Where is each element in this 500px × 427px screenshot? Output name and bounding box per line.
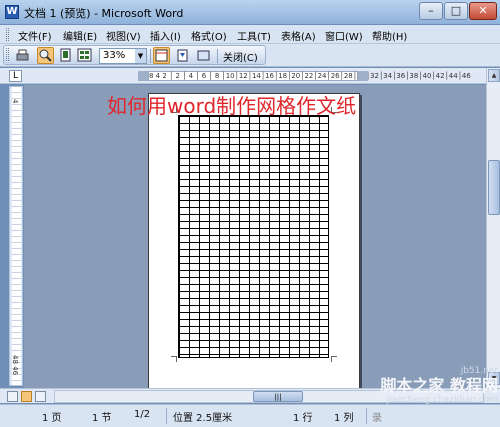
window-title: 文档 1 (预览) - Microsoft Word: [24, 7, 184, 20]
menu-format[interactable]: 格式(O): [191, 28, 227, 43]
close-preview-button[interactable]: 关闭(C): [223, 49, 258, 64]
status-separator: [166, 408, 167, 424]
status-column: 1 列: [334, 413, 354, 424]
chevron-down-icon[interactable]: ▼: [135, 49, 146, 63]
toolbar-separator: [217, 49, 218, 63]
watermark-site: jb51.net: [460, 366, 498, 376]
vruler-label-bottom: 48 46: [11, 355, 19, 376]
horizontal-scroll-thumb[interactable]: |||: [253, 391, 303, 402]
status-bar: 1 页 1 节 1/2 位置 2.5厘米 1 行 1 列 录: [0, 404, 500, 427]
toolbar-separator: [150, 49, 151, 63]
status-record[interactable]: 录: [372, 409, 382, 424]
menu-table[interactable]: 表格(A): [281, 28, 316, 43]
vertical-ruler[interactable]: 4 48 46: [9, 86, 23, 386]
toolbar-group: 33% ▼ 关闭(C): [3, 45, 266, 65]
minimize-button[interactable]: –: [419, 2, 443, 20]
normal-view-icon[interactable]: [7, 391, 18, 402]
print-icon[interactable]: [14, 47, 31, 64]
watermark-url: jiaocheng.chazidian.com: [386, 395, 498, 405]
overlay-caption: 如何用word制作网格作文纸: [107, 94, 357, 118]
status-line: 1 行: [293, 413, 313, 424]
status-position: 位置 2.5厘米: [173, 413, 233, 424]
menu-edit[interactable]: 编辑(E): [63, 28, 97, 43]
print-preview-toolbar: 33% ▼ 关闭(C): [0, 44, 500, 67]
menu-help[interactable]: 帮助(H): [372, 28, 407, 43]
horizontal-ruler-row: L 8 4 2 │ 2 │ 4 │ 6 │ 8 │10│12│14│16│18│…: [0, 68, 500, 84]
menu-window[interactable]: 窗口(W): [325, 28, 363, 43]
site-watermark: jb51.net 脚本之家 教程网 jiaocheng.chazidian.co…: [380, 366, 498, 406]
document-preview-area[interactable]: [24, 85, 486, 388]
margin-corner-mark: [331, 356, 337, 362]
status-section: 1 节: [92, 413, 112, 424]
view-ruler-icon[interactable]: [153, 47, 170, 64]
zoom-value: 33%: [103, 50, 126, 61]
menu-insert[interactable]: 插入(I): [150, 28, 181, 43]
shrink-to-fit-icon[interactable]: [174, 47, 191, 64]
status-page: 1 页: [42, 413, 62, 424]
composition-grid: [178, 115, 329, 358]
toolbar-grip-icon[interactable]: [6, 28, 9, 41]
one-page-icon[interactable]: [57, 47, 74, 64]
menu-view[interactable]: 视图(V): [106, 28, 141, 43]
menu-tools[interactable]: 工具(T): [237, 28, 271, 43]
toolbar-grip-icon[interactable]: [6, 48, 9, 61]
horizontal-ruler[interactable]: 8 4 2 │ 2 │ 4 │ 6 │ 8 │10│12│14│16│18│20…: [148, 71, 471, 81]
word-app-icon: W: [5, 5, 19, 19]
status-separator: [366, 408, 367, 424]
ruler-left-margin[interactable]: [138, 71, 148, 81]
vertical-ruler-scale: [12, 87, 21, 385]
full-screen-icon[interactable]: [195, 47, 212, 64]
vertical-scroll-thumb[interactable]: [488, 160, 500, 215]
ruler-right-margin[interactable]: [358, 71, 368, 81]
status-pages: 1/2: [134, 409, 151, 420]
margin-corner-mark: [171, 356, 177, 362]
zoom-select[interactable]: 33% ▼: [99, 48, 147, 64]
close-button[interactable]: ✕: [469, 2, 497, 20]
menu-file[interactable]: 文件(F): [18, 28, 52, 43]
title-bar: W 文档 1 (预览) - Microsoft Word – □ ✕: [0, 0, 500, 25]
outline-view-icon[interactable]: [35, 391, 46, 402]
multiple-pages-icon[interactable]: [76, 47, 93, 64]
print-layout-view-icon[interactable]: [21, 391, 32, 402]
watermark-main: 脚本之家 教程网: [380, 376, 498, 395]
magnifier-icon[interactable]: [37, 47, 54, 64]
tab-selector[interactable]: L: [9, 70, 22, 82]
vruler-label-top: 4: [11, 99, 19, 104]
ruler-tick-labels: 8 4 2 │ 2 │ 4 │ 6 │ 8 │10│12│14│16│18│20…: [149, 72, 471, 80]
preview-page[interactable]: [148, 93, 360, 388]
menu-bar: 文件(F) 编辑(E) 视图(V) 插入(I) 格式(O) 工具(T) 表格(A…: [0, 25, 500, 44]
maximize-button[interactable]: □: [444, 2, 468, 20]
vertical-scrollbar[interactable]: ▲ ▼: [486, 68, 500, 388]
scroll-up-icon[interactable]: ▲: [488, 69, 500, 82]
